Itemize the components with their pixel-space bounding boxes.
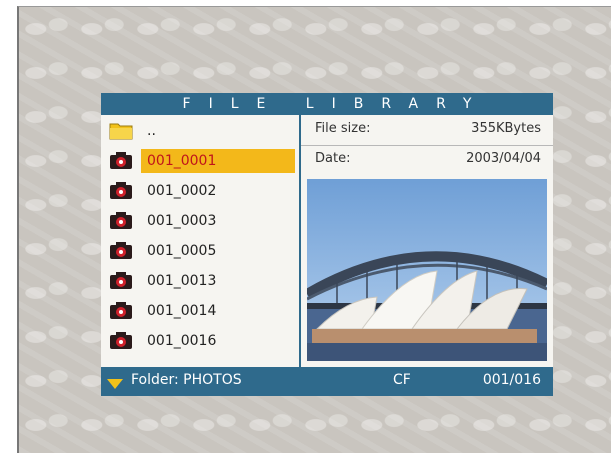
camera-icon — [109, 240, 133, 260]
info-separator — [301, 145, 553, 146]
list-item-file[interactable]: 001_0003 — [101, 205, 297, 235]
file-list: .. 001_0001 001_0002 001_0003 001_0005 0… — [101, 115, 297, 367]
camera-icon — [109, 300, 133, 320]
list-item-file[interactable]: 001_0001 — [101, 145, 297, 175]
list-item-file[interactable]: 001_0014 — [101, 295, 297, 325]
file-name: 001_0003 — [147, 213, 217, 229]
file-name: 001_0002 — [147, 183, 217, 199]
folder-icon — [109, 120, 133, 140]
file-name: 001_0016 — [147, 333, 217, 349]
file-name: 001_0005 — [147, 243, 217, 259]
file-library-dialog: FILE LIBRARY .. 001_0001 001_0002 001_00… — [101, 93, 553, 396]
file-name: 001_0014 — [147, 303, 217, 319]
tv-screen: FILE LIBRARY .. 001_0001 001_0002 001_00… — [17, 6, 611, 453]
camera-icon — [109, 270, 133, 290]
status-bar: Folder: PHOTOS CF 001/016 — [101, 367, 553, 396]
camera-icon — [109, 150, 133, 170]
camera-icon — [109, 330, 133, 350]
list-item-file[interactable]: 001_0016 — [101, 325, 297, 355]
file-size-value: 355KBytes — [471, 121, 541, 136]
file-info-panel: File size: 355KBytes Date: 2003/04/04 — [301, 115, 553, 177]
triangle-down-icon — [107, 377, 123, 393]
list-item-file[interactable]: 001_0005 — [101, 235, 297, 265]
camera-icon — [109, 210, 133, 230]
list-item-file[interactable]: 001_0002 — [101, 175, 297, 205]
file-name: 001_0001 — [141, 149, 295, 173]
title-bar: FILE LIBRARY — [101, 93, 553, 115]
date-label: Date: — [315, 151, 351, 166]
dialog-title: FILE LIBRARY — [182, 96, 490, 112]
storage-card-label: CF — [393, 372, 411, 388]
list-item-file[interactable]: 001_0013 — [101, 265, 297, 295]
file-name: .. — [147, 123, 156, 139]
file-name: 001_0013 — [147, 273, 217, 289]
photo-preview — [304, 179, 550, 361]
file-counter: 001/016 — [482, 372, 541, 388]
folder-name: Folder: PHOTOS — [131, 372, 242, 388]
file-size-label: File size: — [315, 121, 371, 136]
date-value: 2003/04/04 — [466, 151, 541, 166]
camera-icon — [109, 180, 133, 200]
list-item-parent-folder[interactable]: .. — [101, 115, 297, 145]
